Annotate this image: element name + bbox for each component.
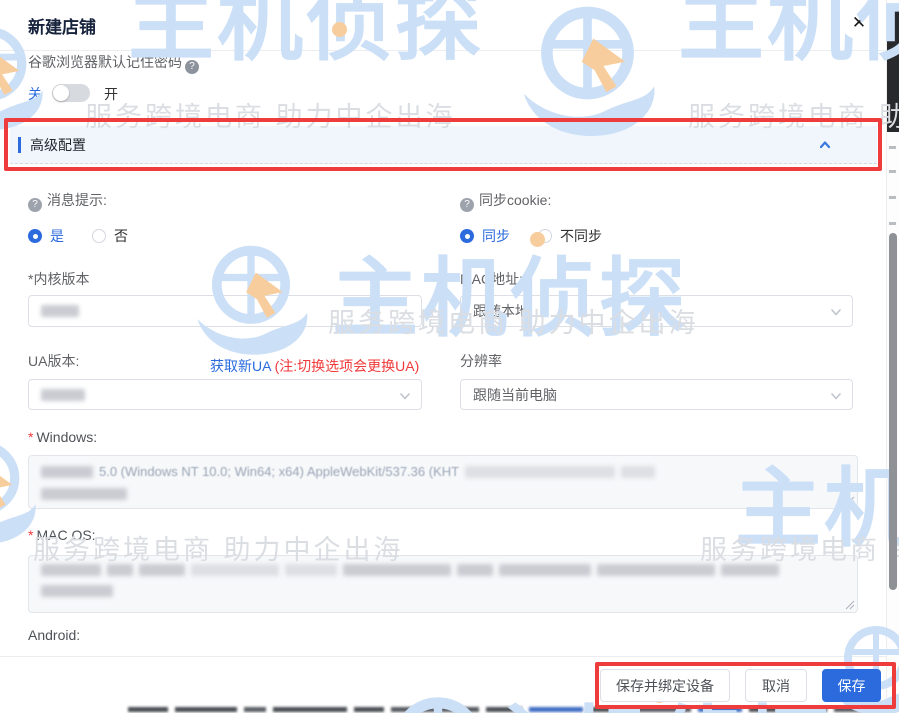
background-text-fleck xyxy=(889,170,896,173)
toggle-on-label: 开 xyxy=(104,86,118,102)
windows-ua-textarea[interactable]: 5.0 (Windows NT 10.0; Win64; x64) AppleW… xyxy=(28,455,858,509)
password-toggle-row: 关开 xyxy=(28,84,118,104)
radio-no[interactable] xyxy=(92,229,106,243)
radio-yes[interactable] xyxy=(28,229,42,243)
redacted-text-blob xyxy=(499,564,591,576)
redacted-content xyxy=(128,707,168,712)
redacted-text-blob xyxy=(465,466,615,478)
resize-grip-icon[interactable] xyxy=(845,496,855,506)
cancel-button[interactable]: 取消 xyxy=(745,669,807,702)
redacted-text-blob xyxy=(41,585,113,597)
new-shop-dialog: 新建店铺 ✕ 谷歌浏览器默认记住密码? 关开 高级配置 ?消息提示: 是 否 ?… xyxy=(0,0,899,713)
screen: 新建店铺 ✕ 谷歌浏览器默认记住密码? 关开 高级配置 ?消息提示: 是 否 ?… xyxy=(0,0,899,713)
redacted-text-blob xyxy=(41,564,101,576)
chevron-down-icon xyxy=(399,391,411,401)
background-text-fleck xyxy=(889,222,896,225)
chevron-down-icon xyxy=(830,307,842,317)
password-remember-label: 谷歌浏览器默认记住密码? xyxy=(28,52,199,74)
redacted-content xyxy=(529,707,583,712)
windows-ua-fragment: 5.0 (Windows NT 10.0; Win64; x64) AppleW… xyxy=(99,464,459,479)
redacted-text-blob xyxy=(139,564,185,576)
toggle-off-label: 关 xyxy=(28,86,42,102)
save-and-bind-device-button[interactable]: 保存并绑定设备 xyxy=(600,669,730,702)
radio-nosync[interactable] xyxy=(538,229,552,243)
help-icon[interactable]: ? xyxy=(460,198,474,212)
redacted-content xyxy=(486,707,522,712)
help-icon[interactable]: ? xyxy=(185,60,199,74)
redacted-text-blob xyxy=(597,564,715,576)
android-label: Android: xyxy=(28,627,80,643)
redacted-content xyxy=(244,707,266,712)
redacted-text-blob xyxy=(343,564,451,576)
redacted-text-blob xyxy=(41,389,85,401)
save-button[interactable]: 保存 xyxy=(822,669,881,702)
redacted-content xyxy=(273,707,347,712)
chevron-up-icon[interactable] xyxy=(818,138,832,152)
ua-links: 获取新UA (注:切换选项会更换UA) xyxy=(210,356,419,376)
redacted-content xyxy=(391,707,479,712)
radio-yes-label[interactable]: 是 xyxy=(50,226,64,246)
toggle-knob xyxy=(53,85,69,101)
background-text-fleck xyxy=(889,196,896,199)
advanced-config-header[interactable]: 高级配置 xyxy=(10,126,877,164)
advanced-config-title: 高级配置 xyxy=(30,135,86,155)
mac-os-ua-textarea[interactable] xyxy=(28,555,858,613)
sync-cookie-label: ?同步cookie: xyxy=(460,190,551,212)
background-dark-panel xyxy=(887,5,899,132)
kernel-version-input[interactable] xyxy=(28,295,422,327)
chevron-down-icon xyxy=(830,391,842,401)
resize-grip-icon[interactable] xyxy=(845,600,855,610)
radio-no-label[interactable]: 否 xyxy=(114,226,128,246)
ua-version-label: UA版本: xyxy=(28,351,79,371)
mac-address-label: MAC地址: xyxy=(460,269,523,289)
redacted-content xyxy=(749,707,827,712)
redacted-content xyxy=(698,707,742,712)
redacted-text-blob xyxy=(621,466,655,478)
resolution-select[interactable]: 跟随当前电脑 xyxy=(460,379,853,410)
radio-sync-label[interactable]: 同步 xyxy=(482,226,510,246)
redacted-content xyxy=(623,707,691,712)
sync-cookie-radio-group: 同步 不同步 xyxy=(460,226,630,246)
kernel-version-label: *内核版本 xyxy=(28,269,89,289)
close-icon[interactable]: ✕ xyxy=(848,12,870,34)
footer-divider xyxy=(0,656,886,657)
windows-label: *Windows: xyxy=(28,429,97,445)
mac-os-label: *MAC OS: xyxy=(28,527,96,543)
redacted-content xyxy=(834,707,868,712)
redacted-text-blob xyxy=(457,564,493,576)
ua-note: (注:切换选项会更换UA) xyxy=(275,358,420,374)
redacted-content xyxy=(175,707,237,712)
password-toggle-switch[interactable] xyxy=(52,84,90,102)
dialog-title: 新建店铺 xyxy=(28,13,96,38)
radio-nosync-label[interactable]: 不同步 xyxy=(560,226,602,246)
message-tip-label: ?消息提示: xyxy=(28,190,107,212)
get-new-ua-link[interactable]: 获取新UA xyxy=(210,358,271,374)
redacted-content xyxy=(354,707,384,712)
help-icon[interactable]: ? xyxy=(28,198,42,212)
header-divider xyxy=(0,50,886,51)
redacted-text-blob xyxy=(41,488,127,500)
message-tip-radio-group: 是 否 xyxy=(28,226,156,246)
redacted-text-blob xyxy=(107,564,133,576)
resolution-label: 分辨率 xyxy=(460,351,502,371)
redacted-text-blob xyxy=(721,564,779,576)
radio-sync[interactable] xyxy=(460,229,474,243)
background-page-strip xyxy=(128,706,899,713)
redacted-content xyxy=(590,707,616,712)
mac-address-select[interactable]: 跟随本地 xyxy=(460,295,853,327)
accent-bar xyxy=(18,137,21,153)
scrollbar-thumb[interactable] xyxy=(889,233,897,590)
background-text-fleck xyxy=(889,146,896,149)
redacted-text-blob xyxy=(191,564,279,576)
redacted-text-blob xyxy=(41,305,79,317)
redacted-text-blob xyxy=(41,466,93,478)
redacted-text-blob xyxy=(285,564,337,576)
ua-version-select[interactable] xyxy=(28,379,422,410)
